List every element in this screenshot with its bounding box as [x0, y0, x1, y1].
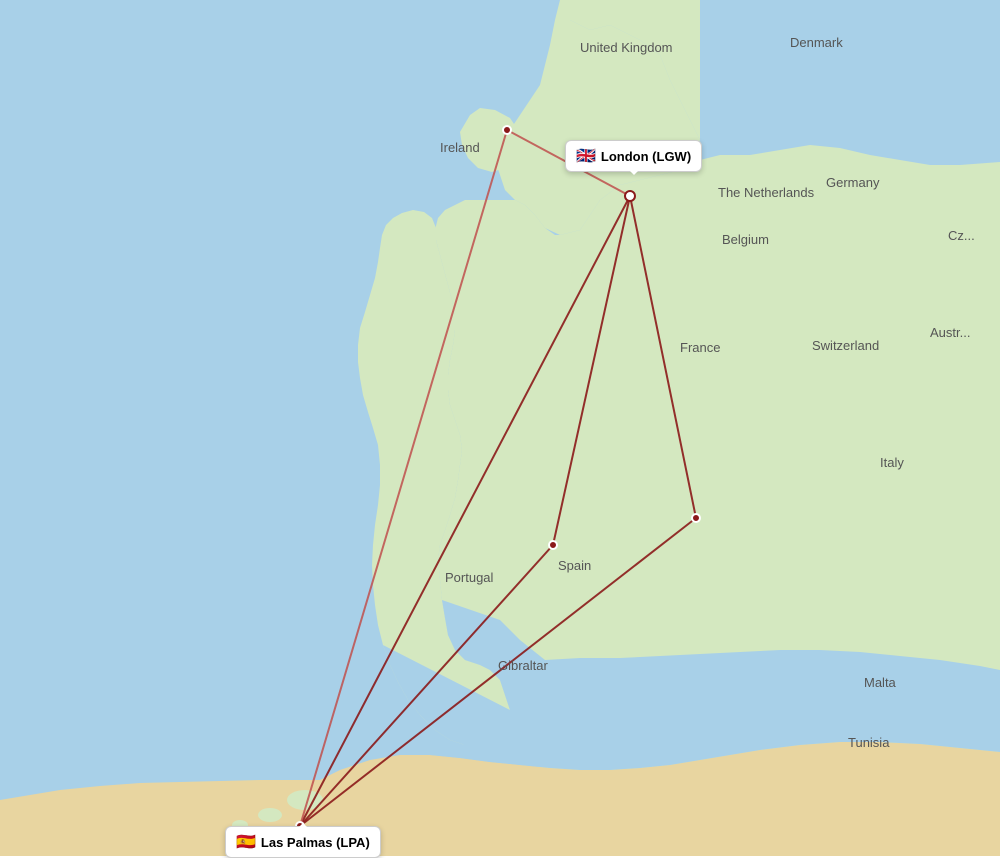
lpa-flag: 🇪🇸	[236, 832, 256, 852]
lgw-label-text: London (LGW)	[601, 149, 691, 164]
waypoint-spain-east	[691, 513, 701, 523]
lpa-label-text: Las Palmas (LPA)	[261, 835, 370, 850]
airport-dot-lgw	[624, 190, 636, 202]
airport-label-lgw[interactable]: 🇬🇧 London (LGW)	[565, 140, 702, 172]
lgw-flag: 🇬🇧	[576, 146, 596, 166]
waypoint-ireland	[502, 125, 512, 135]
waypoint-spain-inland	[548, 540, 558, 550]
map-container: United Kingdom Ireland France Spain Port…	[0, 0, 1000, 856]
airport-label-lpa[interactable]: 🇪🇸 Las Palmas (LPA)	[225, 826, 381, 858]
map-background	[0, 0, 1000, 856]
